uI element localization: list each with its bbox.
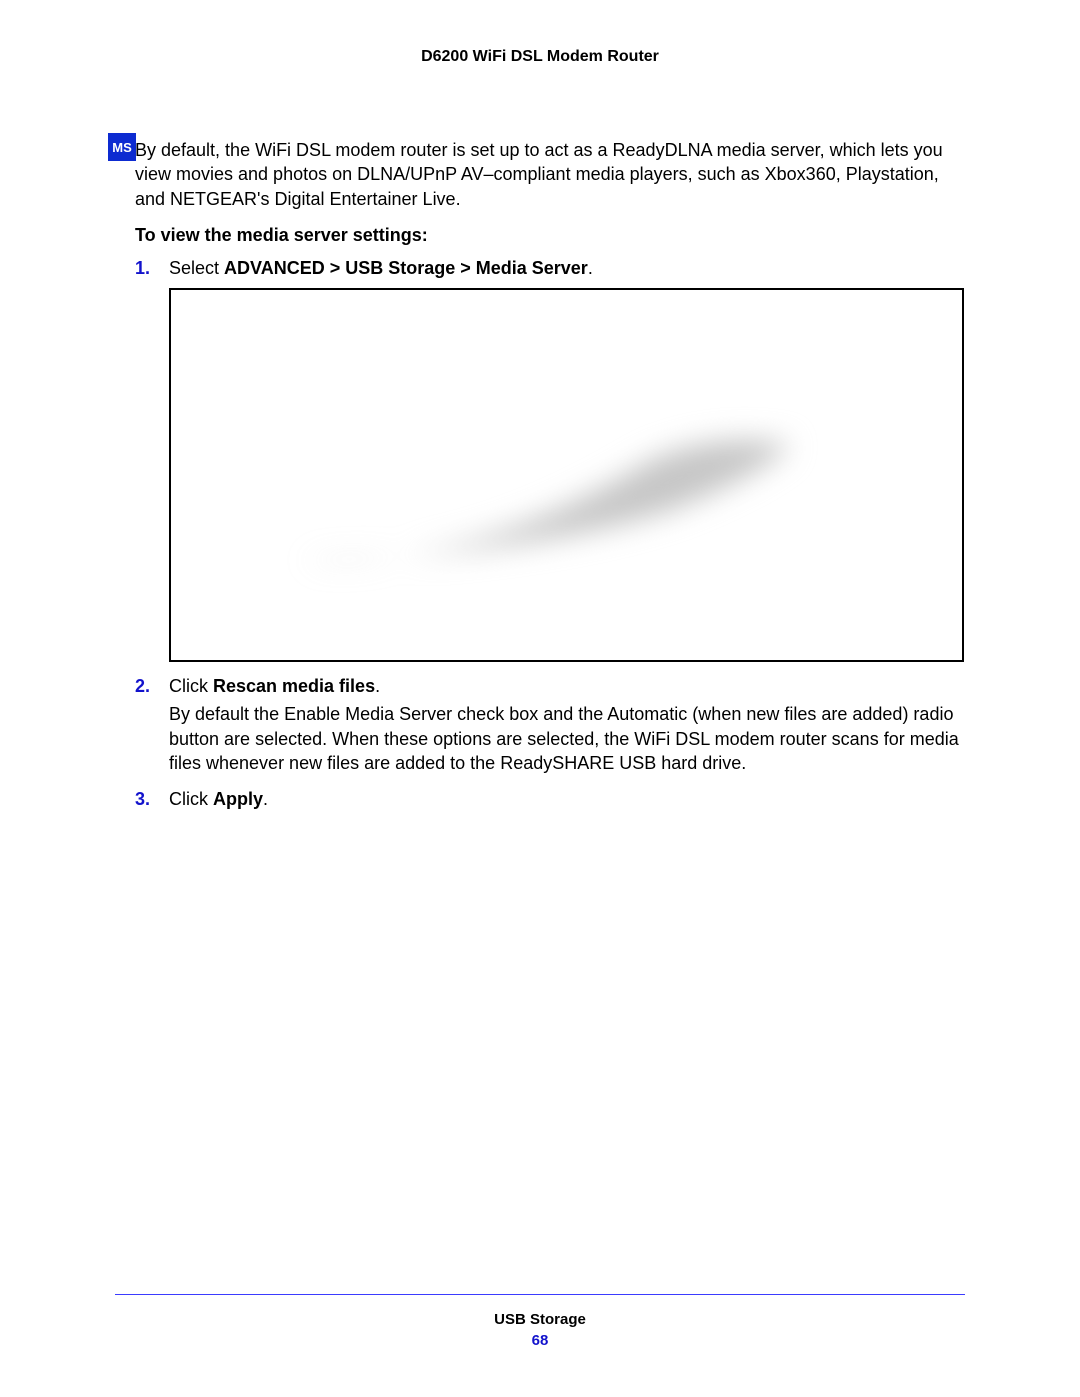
step-3: 3. Click Apply.	[135, 787, 965, 811]
section-icon: MS	[108, 133, 136, 161]
step-suffix: .	[588, 258, 593, 278]
step-prefix: Select	[169, 258, 224, 278]
step-body: By default the Enable Media Server check…	[169, 702, 965, 775]
step-prefix: Click	[169, 676, 213, 696]
document-header-title: D6200 WiFi DSL Modem Router	[0, 48, 1080, 66]
step-text: Click Rescan media files.	[169, 676, 380, 696]
step-number: 2.	[135, 674, 150, 698]
swoosh-graphic	[291, 420, 811, 590]
step-suffix: .	[375, 676, 380, 696]
page: D6200 WiFi DSL Modem Router MS By defaul…	[0, 0, 1080, 1397]
step-prefix: Click	[169, 789, 213, 809]
step-bold: Rescan media files	[213, 676, 375, 696]
intro-paragraph: By default, the WiFi DSL modem router is…	[135, 138, 965, 211]
step-number: 3.	[135, 787, 150, 811]
footer-page-number: 68	[0, 1332, 1080, 1349]
procedure-heading: To view the media server settings:	[135, 225, 965, 246]
step-suffix: .	[263, 789, 268, 809]
screenshot-placeholder	[169, 288, 964, 662]
footer-rule	[115, 1294, 965, 1295]
step-text: Select ADVANCED > USB Storage > Media Se…	[169, 258, 593, 278]
content-area: By default, the WiFi DSL modem router is…	[135, 138, 965, 812]
step-text: Click Apply.	[169, 789, 268, 809]
step-bold: ADVANCED > USB Storage > Media Server	[224, 258, 588, 278]
step-number: 1.	[135, 256, 150, 280]
step-list: 1. Select ADVANCED > USB Storage > Media…	[135, 256, 965, 812]
step-bold: Apply	[213, 789, 263, 809]
step-1: 1. Select ADVANCED > USB Storage > Media…	[135, 256, 965, 662]
page-footer: USB Storage 68	[0, 1294, 1080, 1349]
footer-section-name: USB Storage	[0, 1311, 1080, 1328]
step-2: 2. Click Rescan media files. By default …	[135, 674, 965, 775]
section-icon-label: MS	[112, 140, 132, 155]
